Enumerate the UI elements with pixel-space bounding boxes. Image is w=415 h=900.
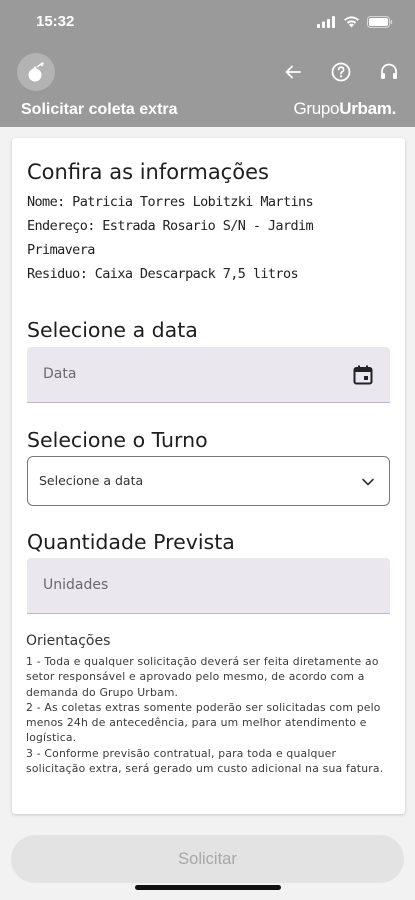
shift-select-value: Selecione a data — [39, 473, 144, 488]
quantity-field-placeholder: Unidades — [43, 577, 109, 593]
trash-bag-icon — [28, 62, 44, 82]
top-bar: 15:32 Solicitar coleta extra GrupoUrbam. — [0, 0, 415, 127]
quantity-section-title: Quantidade Prevista — [27, 530, 235, 554]
guidelines-text: 1 - Toda e qualquer solicitação deverá s… — [26, 654, 394, 776]
status-icons — [317, 13, 393, 31]
request-form-card: Confira as informações Nome: Patricia To… — [12, 138, 405, 814]
guidelines-title: Orientações — [26, 633, 111, 649]
date-section-title: Selecione a data — [27, 318, 198, 342]
brand-suffix: Urbam. — [339, 99, 396, 118]
page-title: Solicitar coleta extra — [21, 101, 178, 118]
chevron-down-icon — [362, 478, 374, 486]
confirm-title: Confira as informações — [27, 160, 269, 184]
submit-button-label: Solicitar — [178, 849, 237, 868]
guideline-item: 1 - Toda e qualquer solicitação deverá s… — [26, 655, 379, 699]
back-arrow-icon — [285, 65, 301, 79]
guideline-item: 2 - As coletas extras somente poderão se… — [26, 700, 381, 745]
calendar-icon[interactable] — [352, 364, 374, 386]
quantity-field[interactable]: Unidades — [27, 558, 390, 614]
submit-button[interactable]: Solicitar — [11, 835, 404, 883]
date-field-placeholder: Data — [43, 366, 77, 382]
status-time: 15:32 — [36, 13, 75, 30]
shift-section-title: Selecione o Turno — [27, 428, 208, 452]
status-bar: 15:32 — [0, 0, 415, 46]
header-actions — [281, 60, 401, 84]
help-button[interactable] — [329, 60, 353, 84]
wifi-icon — [344, 16, 359, 28]
headset-icon — [381, 63, 397, 79]
support-button[interactable] — [377, 60, 401, 84]
signal-icon — [317, 16, 335, 28]
app-logo — [17, 53, 55, 91]
guideline-item: 3 - Conforme previsão contratual, para t… — [26, 746, 384, 776]
confirm-info: Nome: Patricia Torres Lobitzki Martins E… — [27, 190, 387, 286]
date-field[interactable]: Data — [27, 347, 390, 403]
home-indicator — [135, 885, 281, 890]
shift-select[interactable]: Selecione a data — [27, 456, 390, 506]
brand-prefix: Grupo — [293, 99, 340, 118]
back-button[interactable] — [281, 60, 305, 84]
info-name: Nome: Patricia Torres Lobitzki Martins — [27, 194, 314, 210]
info-address: Endereço: Estrada Rosario S/N - Jardim P… — [27, 218, 314, 258]
help-icon — [331, 62, 351, 82]
battery-icon — [367, 16, 393, 28]
brand-logo: GrupoUrbam. — [293, 99, 396, 119]
info-residue: Residuo: Caixa Descarpack 7,5 litros — [27, 266, 299, 282]
